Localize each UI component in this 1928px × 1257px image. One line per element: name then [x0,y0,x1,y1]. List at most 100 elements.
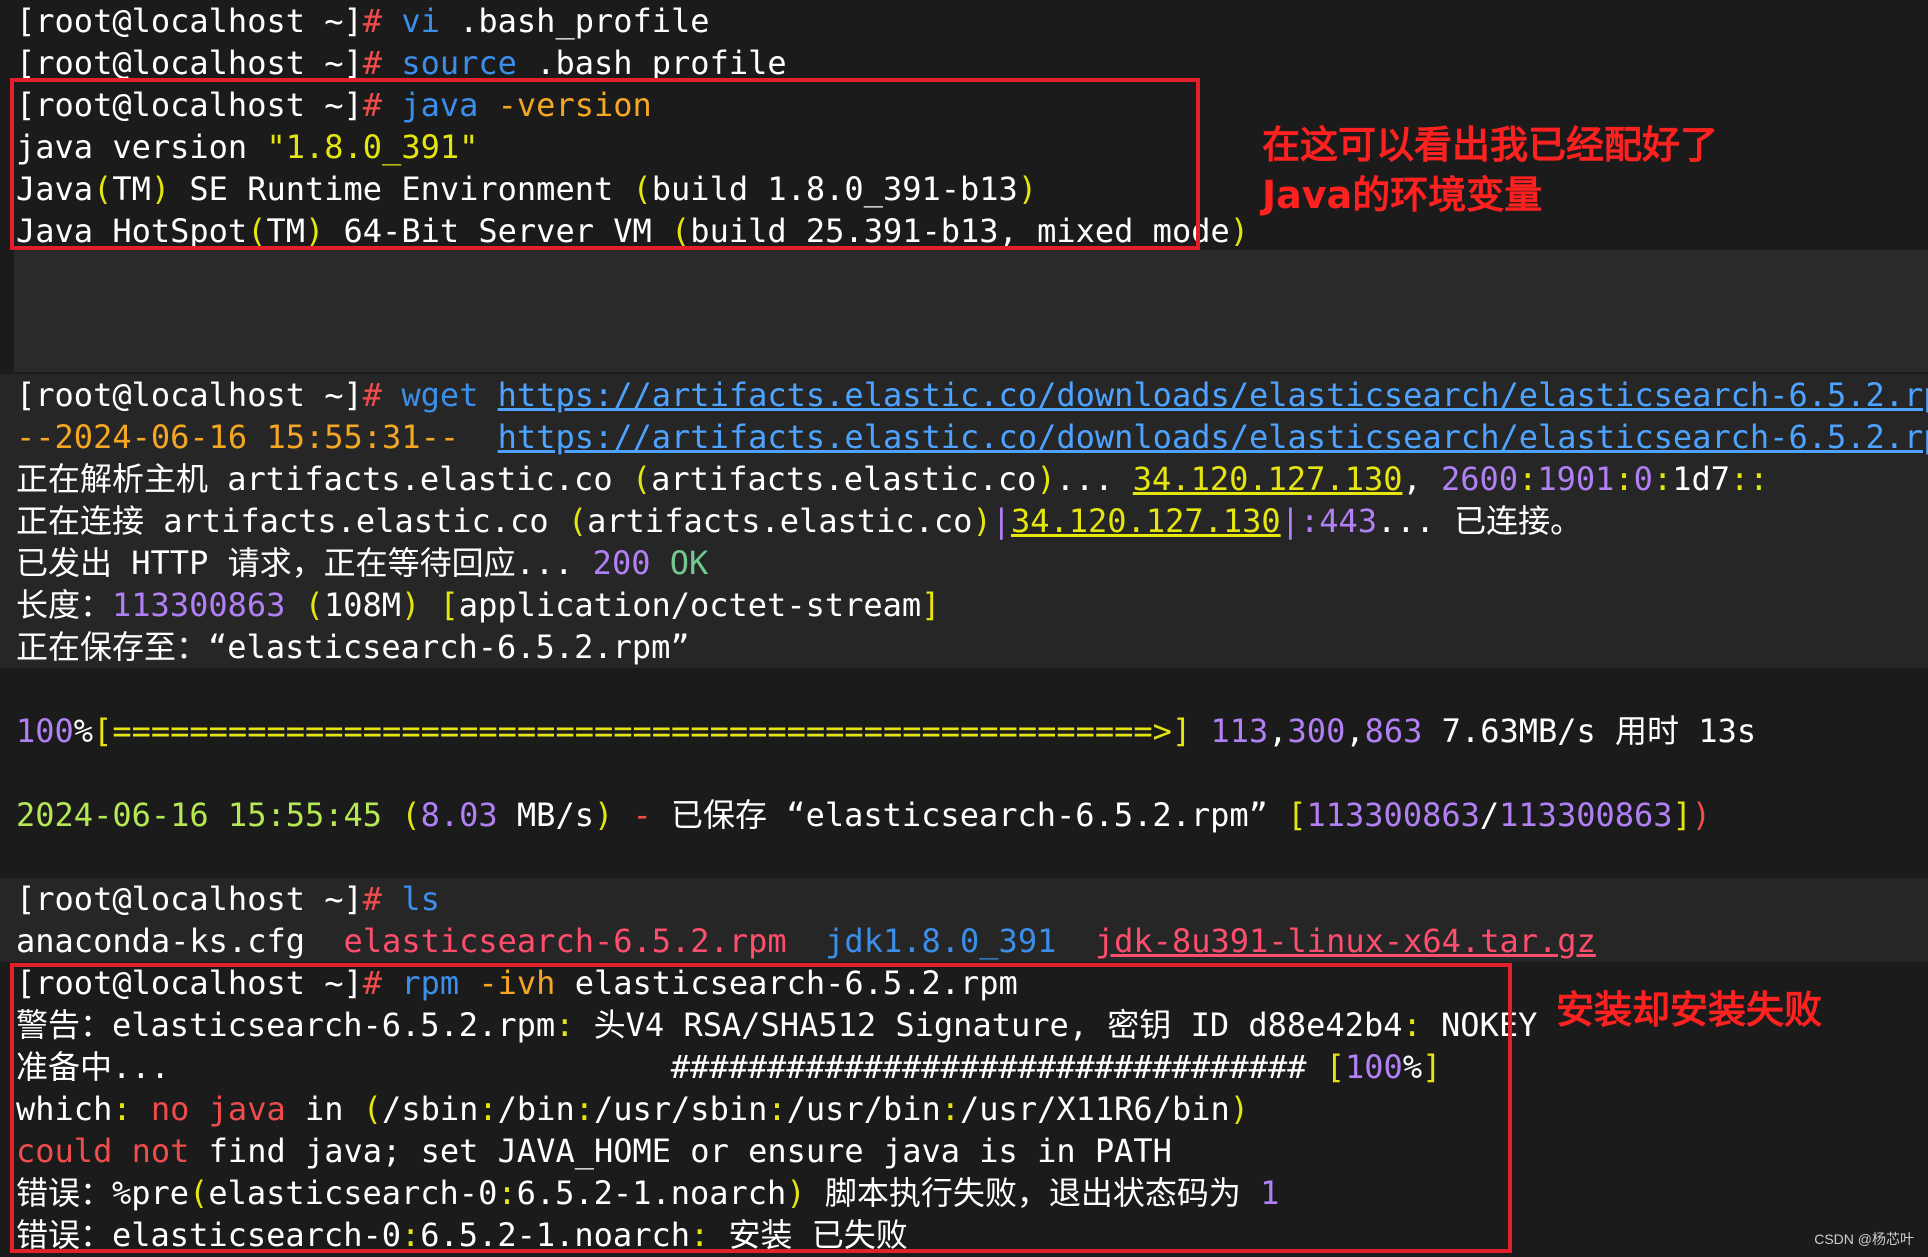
terminal-text: 7.63MB/s 用时 13s [1422,712,1757,750]
terminal-text: 8.03 [420,796,498,834]
terminal-text: application/octet-stream [458,586,922,624]
terminal-text: 2600 [1441,460,1519,498]
terminal-text: / [1479,796,1500,834]
terminal-text: # [362,44,402,82]
terminal-line: --2024-06-16 15:55:31-- https://artifact… [0,416,1928,458]
terminal-line: anaconda-ks.cfg elasticsearch-6.5.2.rpm … [0,920,1928,962]
terminal-text: 113 [1210,712,1269,750]
terminal-text: 108M [323,586,401,624]
terminal-text: [root@localhost ~] [16,2,363,40]
terminal-text: , [1268,712,1288,750]
terminal-text: 已保存 “elasticsearch-6.5.2.rpm” [671,796,1288,834]
terminal-text: ) [593,796,614,834]
terminal-text: artifacts.elastic.co [587,502,973,540]
download-url-link[interactable]: https://artifacts.elastic.co/downloads/e… [498,376,1928,414]
terminal-text: , [1345,712,1365,750]
terminal-text: ) [401,586,421,624]
terminal-text: 正在保存至： [16,628,209,666]
terminal-text: | [991,502,1011,540]
terminal-line: 正在解析主机 artifacts.elastic.co (artifacts.e… [0,458,1928,500]
rpm-install-highlight-box [10,963,1512,1253]
terminal-text: 863 [1364,712,1423,750]
terminal-text: [ [1287,796,1307,834]
terminal-text: ) [1691,796,1712,834]
terminal-text: 已发出 HTTP 请求，正在等待回应... [16,544,593,582]
terminal-text: elasticsearch-6.5.2.rpm [343,922,787,960]
terminal-text: “elasticsearch-6.5.2.rpm” [208,628,690,666]
terminal-text: artifacts.elastic.co [651,460,1037,498]
terminal-line: 正在连接 artifacts.elastic.co (artifacts.ela… [0,500,1928,542]
terminal-line: 100%[===================================… [0,710,1928,752]
java-env-annotation: 在这可以看出我已经配好了 Java的环境变量 [1262,123,1719,217]
terminal-text: ) [1036,460,1056,498]
terminal-text: 113300863 [112,586,286,624]
terminal-text: MB/s [497,796,594,834]
terminal-text: | [1280,502,1300,540]
terminal-text: 正在解析主机 artifacts.elastic.co [16,460,632,498]
terminal-text: ... 已连接。 [1377,502,1583,540]
terminal-text: .bash_profile [439,2,710,40]
terminal-text: :: [1730,460,1769,498]
terminal-text: - [613,796,672,834]
terminal-text: 长度： [16,586,113,624]
terminal-text: ls [401,880,440,918]
terminal-text: .bash_profile [516,44,787,82]
terminal-line: 长度：113300863 (108M) [application/octet-s… [0,584,1928,626]
terminal-text: 100 [16,712,74,750]
terminal-text: ) [1229,212,1249,250]
terminal-text: vi [401,2,440,40]
terminal-line: [root@localhost ~]# wget https://artifac… [0,374,1928,416]
terminal-text: ( [401,796,421,834]
terminal-text: jdk-8u391-linux-x64.tar.gz [1094,922,1596,960]
terminal-line: 正在保存至：“elasticsearch-6.5.2.rpm” [0,626,1928,668]
terminal-line: 2024-06-16 15:55:45 (8.03 MB/s) - 已保存 “e… [0,794,1928,836]
terminal-text: --2024-06-16 15:55:31-- [16,418,498,456]
terminal-text: ( [304,586,324,624]
terminal-text: 200 [592,544,651,582]
terminal-text: ( [631,460,652,498]
terminal-text: source [401,44,517,82]
terminal-text: 300 [1287,712,1346,750]
blank-output-region [14,250,1928,372]
terminal-text: 0 [1633,460,1653,498]
terminal-text: : [1652,460,1673,498]
terminal-text: jdk1.8.0_391 [825,922,1057,960]
terminal-text: ) [972,502,992,540]
terminal-text: :443 [1299,502,1378,540]
terminal-text: % [73,712,94,750]
terminal-text: 1d7 [1672,460,1730,498]
download-url-link[interactable]: https://artifacts.elastic.co/downloads/e… [498,418,1928,456]
install-fail-annotation: 安装却安装失败 [1556,988,1823,1032]
csdn-watermark: CSDN @杨芯叶 [1814,1231,1914,1247]
terminal-text: 正在连接 artifacts.elastic.co [16,502,568,540]
terminal-text: wget [401,376,498,414]
terminal-text: OK [650,544,709,582]
terminal-text: : [1518,460,1538,498]
terminal-text: # [362,376,402,414]
terminal-text: [root@localhost ~] [16,376,363,414]
terminal-text: anaconda-ks.cfg [16,922,344,960]
terminal-text: 34.120.127.130 [1132,460,1403,498]
terminal-text: 113300863 [1306,796,1480,834]
terminal-text: 2024-06-16 15:55:45 [16,796,402,834]
terminal-text: # [362,2,402,40]
terminal-text: ... [1055,460,1133,498]
terminal-line: [root@localhost ~]# vi .bash_profile [0,0,1928,42]
terminal-text: # [362,880,402,918]
terminal-text: [root@localhost ~] [16,880,363,918]
terminal-text: [root@localhost ~] [16,44,363,82]
terminal-text: ] [1672,796,1692,834]
terminal-text: [ [439,586,459,624]
terminal-text: 1901 [1537,460,1615,498]
terminal-text: 34.120.127.130 [1010,502,1281,540]
java-version-highlight-box [10,78,1200,250]
terminal-text: ( [567,502,588,540]
terminal-line: [root@localhost ~]# ls [0,878,1928,920]
